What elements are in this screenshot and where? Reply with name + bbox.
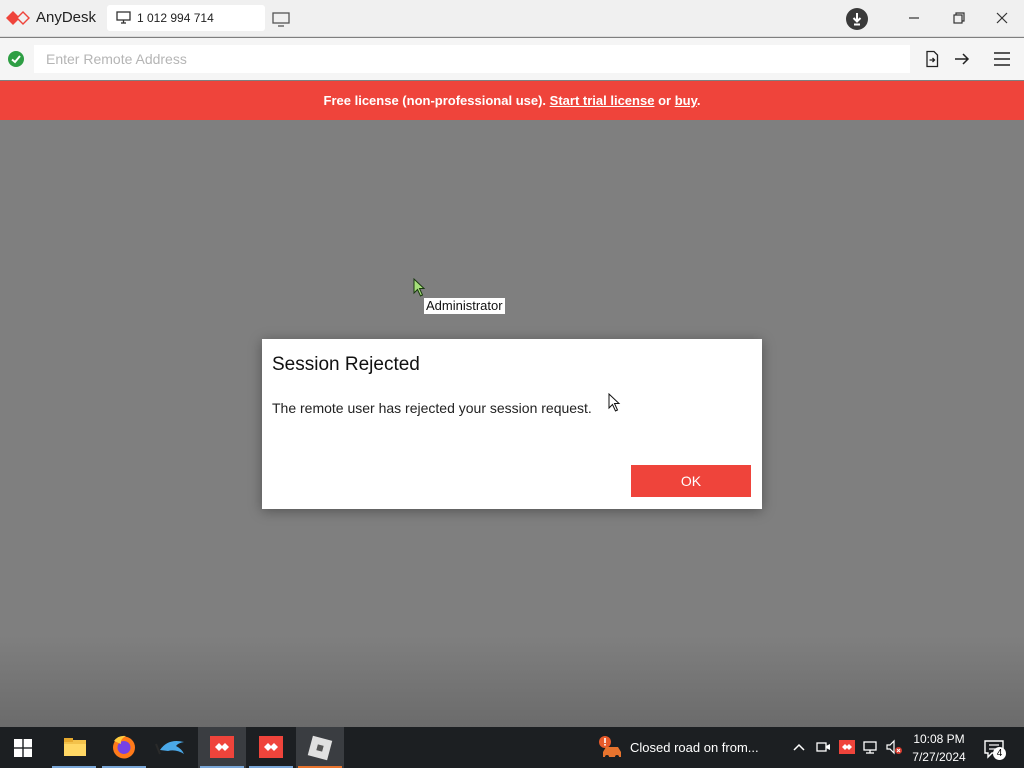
anydesk-tray-icon[interactable] [839,739,855,755]
connect-arrow-icon[interactable] [953,50,971,68]
meet-now-icon[interactable] [815,739,831,755]
mouse-cursor-icon [608,393,621,412]
license-banner: Free license (non-professional use). Sta… [0,81,1024,120]
volume-muted-icon[interactable] [886,739,902,755]
taskbar-file-explorer[interactable] [50,727,98,768]
banner-text: Free license (non-professional use). [323,93,547,108]
taskbar: Closed road on from... 10:08 PM 7/27/202… [0,727,1024,768]
chevron-up-icon[interactable] [791,739,807,755]
taskbar-roblox[interactable] [296,727,344,768]
ok-button[interactable]: OK [631,465,751,497]
dolphin-icon [155,741,184,755]
remote-cursor-icon [413,278,426,297]
closed-road-icon[interactable] [598,735,624,761]
buy-link[interactable]: buy [675,93,697,108]
restore-icon[interactable] [949,8,969,28]
tab-remote-id[interactable]: 1 012 994 714 [107,5,265,31]
taskbar-dolphin[interactable] [148,727,196,768]
clock-date[interactable]: 7/27/2024 [905,750,973,764]
firefox-icon [113,735,135,759]
anydesk-icon [210,736,234,758]
windows-start-icon[interactable] [14,739,32,757]
taskbar-anydesk-2[interactable] [247,727,295,768]
anydesk-icon [259,736,283,758]
notification-count-badge: 4 [993,747,1006,760]
file-transfer-icon[interactable] [923,50,941,68]
new-tab-icon[interactable] [272,11,290,27]
roblox-icon [307,735,333,761]
minimize-icon[interactable] [904,8,924,28]
banner-end: . [696,93,701,108]
menu-icon[interactable] [993,50,1011,68]
close-icon[interactable] [992,8,1012,28]
clock-time[interactable]: 10:08 PM [905,732,973,746]
dialog-message: The remote user has rejected your sessio… [272,400,592,416]
dialog-title: Session Rejected [272,354,420,375]
network-icon[interactable] [862,739,878,755]
remote-cursor-label: Administrator [424,298,505,314]
remote-address-input[interactable] [34,45,910,73]
session-rejected-dialog: Session Rejected The remote user has rej… [262,339,762,509]
tab-label: 1 012 994 714 [137,11,214,25]
start-trial-link[interactable]: Start trial license [550,93,655,108]
taskbar-anydesk-1[interactable] [198,727,246,768]
status-ok-icon [8,51,24,67]
banner-or-text: or [658,93,672,108]
address-bar [0,38,1024,80]
news-widget-text[interactable]: Closed road on from... [630,740,759,755]
anydesk-logo-icon [6,11,30,25]
title-bar: AnyDesk 1 012 994 714 [0,0,1024,37]
download-icon[interactable] [846,8,868,30]
monitor-icon [116,11,131,24]
app-title: AnyDesk [36,9,97,26]
taskbar-firefox[interactable] [100,727,148,768]
file-explorer-icon [64,738,86,756]
